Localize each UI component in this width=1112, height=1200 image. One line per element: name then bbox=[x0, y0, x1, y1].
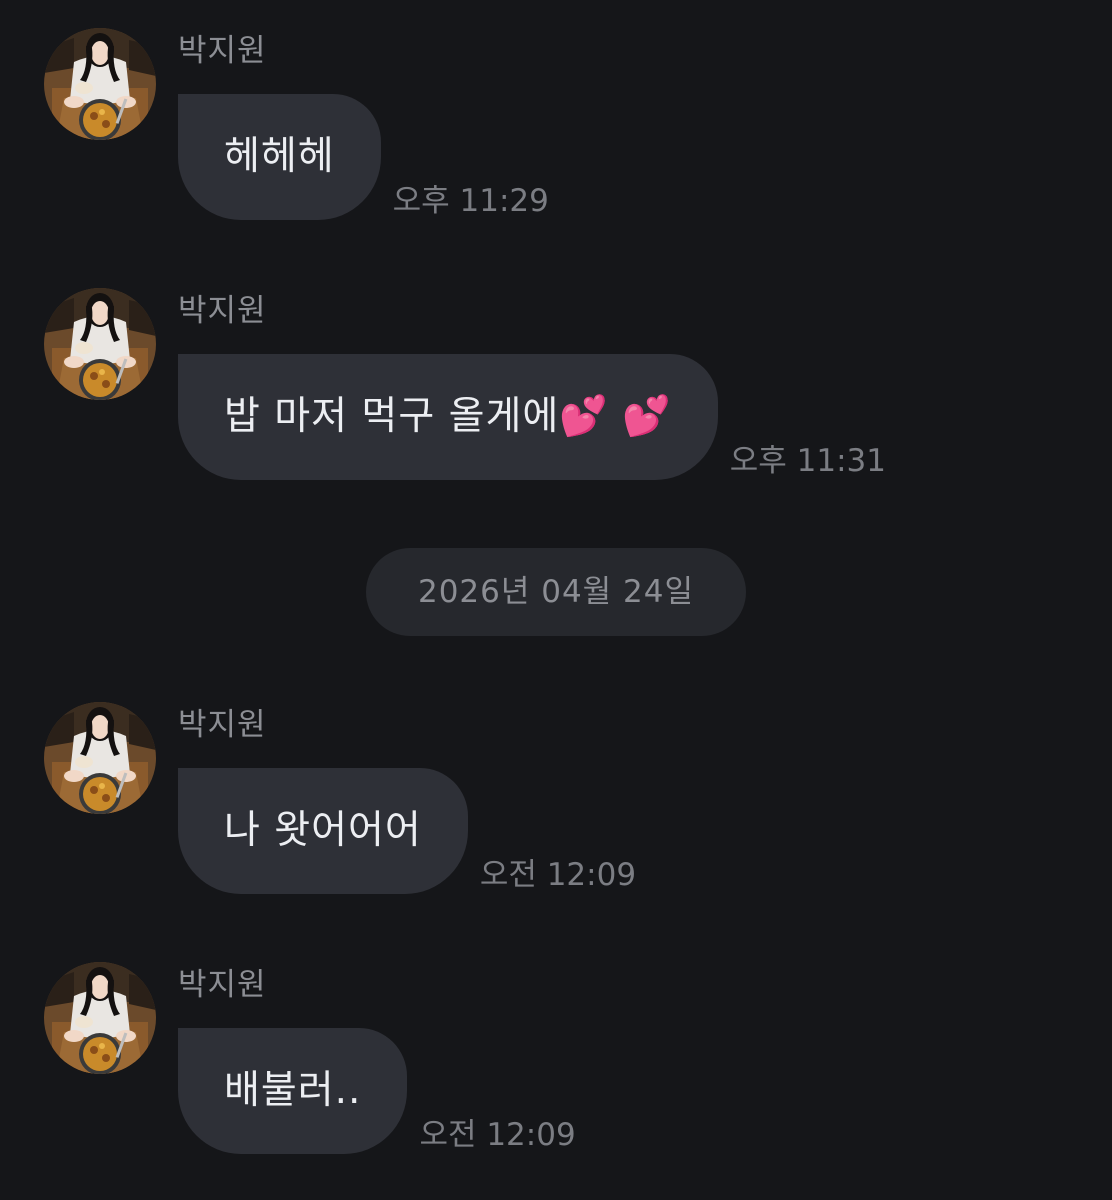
avatar-image bbox=[44, 28, 156, 140]
message-time: 오전 12:09 bbox=[419, 1117, 576, 1153]
avatar-image bbox=[44, 962, 156, 1074]
message-bubble[interactable]: 밥 마저 먹구 올게에💕 💕 bbox=[178, 354, 718, 480]
message-time: 오후 11:29 bbox=[392, 183, 549, 219]
avatar-image bbox=[44, 288, 156, 400]
chat-window: 박지원 헤헤헤 오후 11:29 박지원 밥 마저 먹구 올게에💕 💕 오후 1… bbox=[0, 0, 1112, 1200]
avatar[interactable] bbox=[44, 28, 156, 140]
message-row: 나 왓어어어 오전 12:09 bbox=[178, 768, 636, 894]
avatar[interactable] bbox=[44, 702, 156, 814]
sender-name: 박지원 bbox=[178, 33, 267, 69]
avatar-image bbox=[44, 702, 156, 814]
message-row: 배불러.. 오전 12:09 bbox=[178, 1028, 576, 1154]
sender-name: 박지원 bbox=[178, 967, 267, 1003]
date-divider: 2026년 04월 24일 bbox=[366, 548, 746, 636]
message-bubble[interactable]: 헤헤헤 bbox=[178, 94, 381, 220]
avatar[interactable] bbox=[44, 962, 156, 1074]
sender-name: 박지원 bbox=[178, 293, 267, 329]
message-bubble[interactable]: 나 왓어어어 bbox=[178, 768, 468, 894]
message-row: 밥 마저 먹구 올게에💕 💕 오후 11:31 bbox=[178, 354, 886, 480]
message-row: 헤헤헤 오후 11:29 bbox=[178, 94, 549, 220]
sender-name: 박지원 bbox=[178, 707, 267, 743]
avatar[interactable] bbox=[44, 288, 156, 400]
message-bubble[interactable]: 배불러.. bbox=[178, 1028, 408, 1154]
message-time: 오후 11:31 bbox=[729, 443, 886, 479]
message-time: 오전 12:09 bbox=[479, 857, 637, 893]
